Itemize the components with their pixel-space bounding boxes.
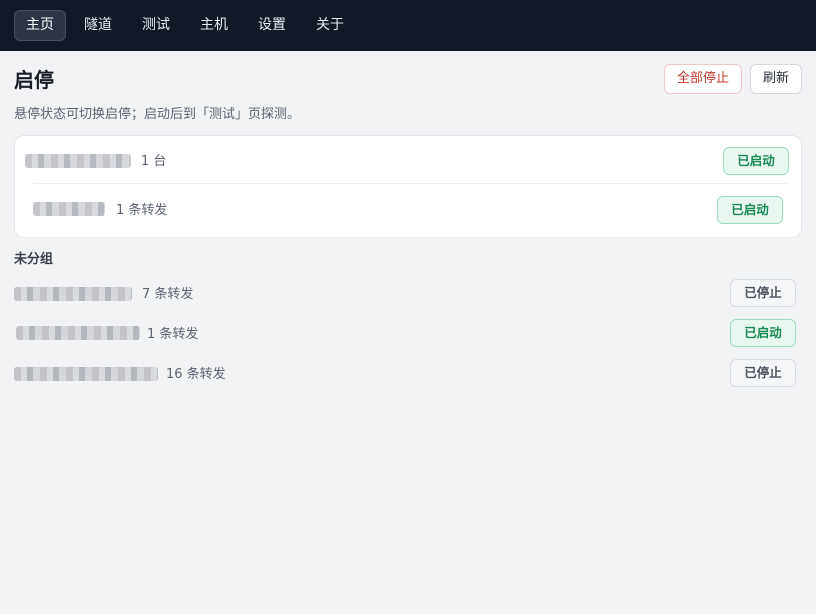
group-card: 1 台 已启动 1 条转发 已启动 (14, 135, 802, 238)
tab-about[interactable]: 关于 (306, 10, 354, 41)
status-toggle[interactable]: 已停止 (730, 279, 796, 307)
row-meta: 16 条转发 (166, 367, 226, 382)
row-meta: 1 条转发 (116, 203, 168, 218)
page-hint: 悬停状态可切换启停；启动后到「测试」页探测。 (14, 107, 301, 122)
refresh-button[interactable]: 刷新 (750, 64, 802, 94)
row-meta: 1 台 (141, 154, 167, 169)
tab-home[interactable]: 主页 (14, 10, 66, 41)
status-toggle[interactable]: 已启动 (717, 196, 783, 224)
status-toggle[interactable]: 已启动 (723, 147, 789, 175)
row-divider (33, 183, 787, 184)
top-nav-bar: 主页 隧道 测试 主机 设置 关于 (0, 0, 816, 51)
redacted-name (33, 202, 105, 216)
tab-test[interactable]: 测试 (132, 10, 180, 41)
redacted-name (14, 367, 158, 381)
section-label-ungrouped: 未分组 (14, 252, 54, 267)
redacted-name (25, 154, 131, 168)
tab-settings[interactable]: 设置 (248, 10, 296, 41)
status-toggle[interactable]: 已停止 (730, 359, 796, 387)
status-toggle[interactable]: 已启动 (730, 319, 796, 347)
tab-tunnels[interactable]: 隧道 (74, 10, 122, 41)
row-meta: 1 条转发 (147, 327, 199, 342)
redacted-name (14, 287, 132, 301)
redacted-name (16, 326, 140, 340)
stop-all-button[interactable]: 全部停止 (664, 64, 742, 94)
row-meta: 7 条转发 (142, 287, 194, 302)
tab-hosts[interactable]: 主机 (190, 10, 238, 41)
page-title: 启停 (14, 68, 54, 92)
